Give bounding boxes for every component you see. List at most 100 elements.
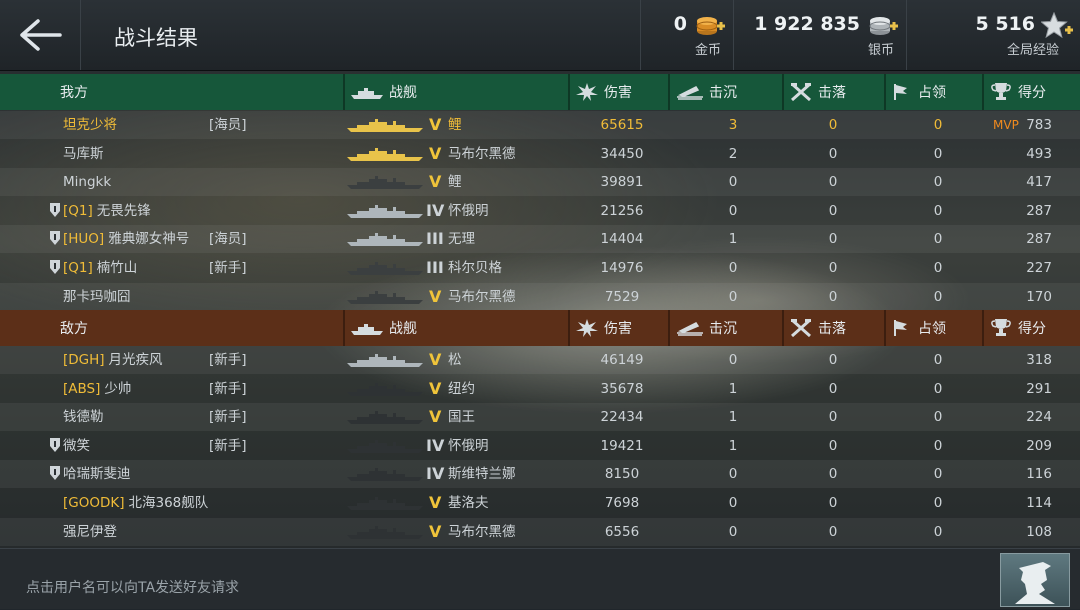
player-name[interactable]: 那卡玛咖囧 [63,283,131,311]
xp-label: 全局经验 [1007,43,1060,58]
division-shield-icon [50,231,60,245]
col-sunk: 击沉 [676,74,737,110]
ship-silhouette-icon [347,231,423,247]
player-name[interactable]: 微笑 [63,432,90,460]
col-capture: 占领 [892,74,946,110]
col-capture-enemy: 占领 [892,310,946,346]
score-value: 209 [1026,438,1052,454]
player-name[interactable]: [DGH] 月光疾风 [63,346,163,374]
capture-value: 0 [933,231,943,247]
player-name[interactable]: [HUO] 雅典娜女神号 [63,225,189,253]
flag-icon [894,84,907,100]
division-shield-icon [50,466,60,480]
ship-tier: IV [426,464,445,483]
ship-name: 马布尔黑德 [448,524,516,540]
ship-name: 松 [448,352,462,368]
downed-value: 0 [828,438,838,454]
xp-currency: 5 516 全局经验 [906,0,1080,70]
silver-coin-icon [869,17,898,35]
ship-tier: V [429,522,442,541]
capture-value: 0 [933,146,943,162]
downed-value: 0 [828,495,838,511]
player-name[interactable]: 钱德勒 [63,403,104,431]
col-sunk-label: 击沉 [709,321,737,337]
ship-silhouette-icon [347,117,423,133]
ship-tier: V [429,287,442,306]
enemy-player-row[interactable]: [GOODK] 北海368舰队 V 基洛夫 7698 0 0 0 114 [0,489,1080,517]
ship-name: 国王 [448,409,475,425]
division-shield-icon [50,260,60,274]
ally-player-row[interactable]: 那卡玛咖囧 V 马布尔黑德 7529 0 0 0 170 [0,283,1080,311]
ally-player-row[interactable]: 马库斯 V 马布尔黑德 34450 2 0 0 493 [0,140,1080,168]
ally-player-row[interactable]: [Q1] 楠竹山 [新手] III 科尔贝格 14976 0 0 0 227 [0,254,1080,282]
capture-value: 0 [933,409,943,425]
ally-player-row[interactable]: [HUO] 雅典娜女神号 [海员] III 无理 14404 1 0 0 287 [0,225,1080,253]
back-button[interactable] [0,0,81,70]
score-value: 287 [1026,203,1052,219]
ship-silhouette-icon [347,495,423,511]
downed-value: 0 [828,174,838,190]
capture-value: 0 [933,352,943,368]
downed-value: 0 [828,524,838,540]
col-ship: 战舰 [350,74,417,110]
ship-tier: III [426,229,444,248]
sunk-value: 0 [728,289,738,305]
player-name[interactable]: [GOODK] 北海368舰队 [63,489,208,517]
ally-player-row[interactable]: [Q1] 无畏先锋 IV 怀俄明 21256 0 0 0 287 [0,197,1080,225]
ally-player-row[interactable]: 坦克少将 [海员] V 鲤 65615 3 0 0 MVP 783 [0,111,1080,139]
score-value: 493 [1026,146,1052,162]
capture-value: 0 [933,495,943,511]
sunk-value: 0 [728,203,738,219]
ship-silhouette-icon [347,352,423,368]
player-name-label: Mingkk [63,174,112,190]
ally-player-row[interactable]: Mingkk V 鲤 39891 0 0 0 417 [0,168,1080,196]
player-name[interactable]: [Q1] 楠竹山 [63,254,137,282]
player-name[interactable]: [ABS] 少帅 [63,375,131,403]
enemy-player-row[interactable]: [ABS] 少帅 [新手] V 纽约 35678 1 0 0 291 [0,375,1080,403]
player-name[interactable]: 坦克少将 [63,111,117,139]
silver-currency: 1 922 835 银币 [733,0,906,70]
player-rank-tag: [新手] [209,409,247,425]
profile-button[interactable] [1000,553,1070,607]
score-value: 291 [1026,381,1052,397]
ship-column-icon [351,324,383,335]
player-name[interactable]: 强尼伊登 [63,518,117,546]
ship-column-icon [351,88,383,99]
enemy-player-row[interactable]: 微笑 [新手] IV 怀俄明 19421 1 0 0 209 [0,432,1080,460]
enemy-player-row[interactable]: 哈瑞斯斐迪 IV 斯维特兰娜 8150 0 0 0 116 [0,460,1080,488]
player-name-label: 北海368舰队 [128,495,209,511]
ship-silhouette-icon [347,524,423,540]
player-name-label: 雅典娜女神号 [108,231,190,247]
damage-value: 8150 [604,466,640,482]
player-name[interactable]: 哈瑞斯斐迪 [63,460,131,488]
player-name[interactable]: 马库斯 [63,140,104,168]
enemy-player-row[interactable]: 钱德勒 [新手] V 国王 22434 1 0 0 224 [0,403,1080,431]
player-rank-tag: [新手] [209,260,247,276]
ship-name: 鲤 [448,117,462,133]
damage-value: 14404 [600,231,644,247]
enemy-player-row[interactable]: [DGH] 月光疾风 [新手] V 松 46149 0 0 0 318 [0,346,1080,374]
captain-silhouette-icon [1015,562,1055,604]
clan-tag: [ABS] [63,381,101,397]
enemy-player-row[interactable]: 强尼伊登 V 马布尔黑德 6556 0 0 0 108 [0,518,1080,546]
mvp-badge: MVP [993,118,1019,132]
ship-name: 马布尔黑德 [448,146,516,162]
col-score-enemy: 得分 [990,310,1046,346]
ship-name: 无理 [448,231,475,247]
explosion-icon [576,319,598,337]
damage-value: 65615 [600,117,644,133]
capture-value: 0 [933,174,943,190]
ship-silhouette-icon [347,438,423,454]
gold-currency: 0 金币 [640,0,733,70]
player-name[interactable]: Mingkk [63,168,111,196]
player-name[interactable]: [Q1] 无畏先锋 [63,197,151,225]
damage-value: 46149 [600,352,644,368]
crossed-planes-icon [791,82,811,102]
col-damage-enemy: 伤害 [576,310,632,346]
ship-silhouette-icon [347,381,423,397]
score-value: 108 [1026,524,1052,540]
player-name-label: 无畏先锋 [96,203,151,219]
damage-value: 19421 [600,438,644,454]
capture-value: 0 [933,289,943,305]
ship-tier: V [429,172,442,191]
